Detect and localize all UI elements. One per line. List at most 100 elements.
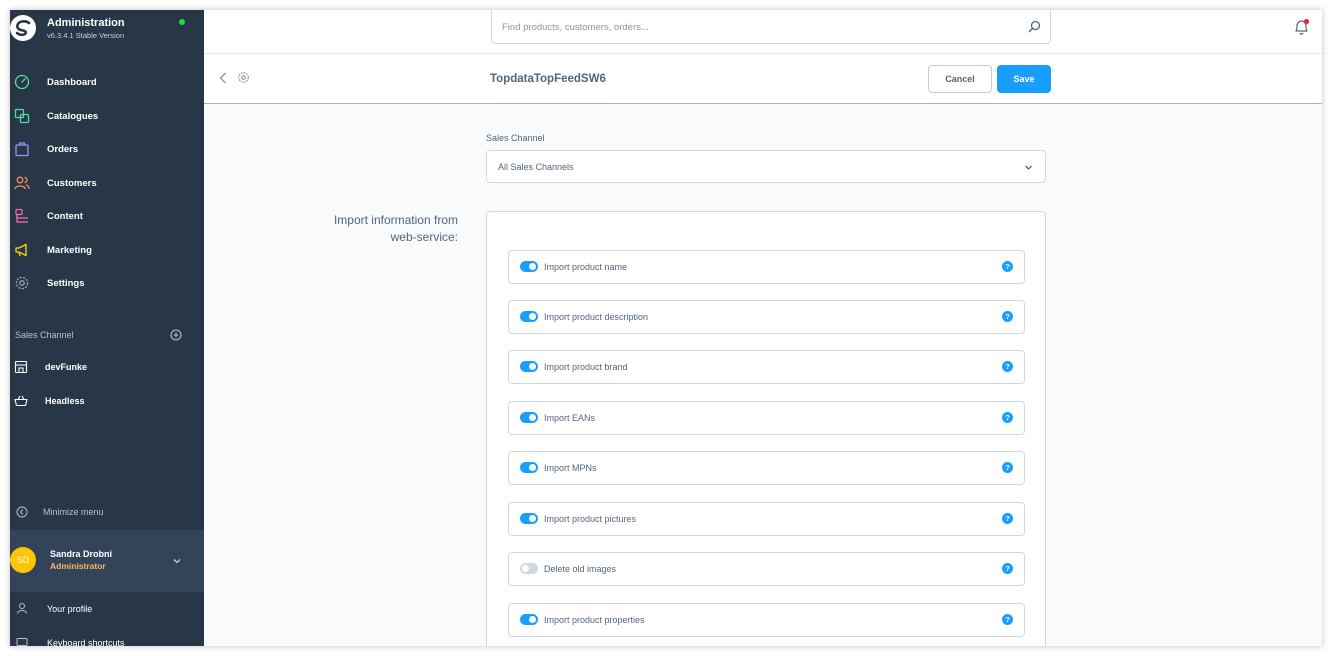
brand-header: Administration v6.3.4.1 Stable Version xyxy=(10,10,204,70)
option-label: Import product properties xyxy=(544,615,645,625)
option-label: Import EANs xyxy=(544,413,596,423)
basket-icon xyxy=(14,395,28,407)
option-label: Import product brand xyxy=(544,362,628,372)
import-product-name-switch[interactable] xyxy=(520,261,538,272)
chevron-left-icon[interactable] xyxy=(218,71,228,85)
import-product-brand-switch[interactable] xyxy=(520,361,538,372)
minimize-menu-label: Minimize menu xyxy=(43,507,104,517)
option-import-product-description: Import product description ? xyxy=(508,300,1025,334)
search-input[interactable] xyxy=(502,18,1002,36)
shopware-logo-icon xyxy=(10,15,36,41)
chevron-down-icon xyxy=(173,559,181,564)
online-status-dot xyxy=(179,19,185,25)
help-icon[interactable]: ? xyxy=(1002,261,1013,272)
catalogue-icon xyxy=(14,108,30,124)
user-icon xyxy=(17,603,27,614)
gauge-icon xyxy=(14,74,30,90)
sidebar: Administration v6.3.4.1 Stable Version D… xyxy=(10,10,204,646)
sidebar-item-marketing[interactable]: Marketing xyxy=(10,235,204,265)
import-product-pictures-switch[interactable] xyxy=(520,513,538,524)
import-product-description-switch[interactable] xyxy=(520,311,538,322)
sales-channel-label: Headless xyxy=(45,396,85,406)
gear-icon[interactable] xyxy=(237,71,250,84)
sales-channel-select-value: All Sales Channels xyxy=(498,162,574,172)
help-icon[interactable]: ? xyxy=(1002,563,1013,574)
brand-title: Administration xyxy=(47,17,125,29)
user-role: Administrator xyxy=(50,561,106,571)
app-window: Administration v6.3.4.1 Stable Version D… xyxy=(10,10,1322,646)
option-label: Delete old images xyxy=(544,564,617,574)
help-icon[interactable]: ? xyxy=(1002,513,1013,524)
top-bar xyxy=(204,10,1322,54)
help-icon[interactable]: ? xyxy=(1002,361,1013,372)
option-import-mpns: Import MPNs ? xyxy=(508,451,1025,485)
page-header: TopdataTopFeedSW6 Cancel Save xyxy=(204,54,1322,104)
sidebar-item-label: Customers xyxy=(47,177,97,189)
avatar: SD xyxy=(10,547,36,573)
sidebar-item-label: Content xyxy=(47,210,83,222)
option-import-eans: Import EANs ? xyxy=(508,401,1025,435)
help-icon[interactable]: ? xyxy=(1002,311,1013,322)
help-icon[interactable]: ? xyxy=(1002,462,1013,473)
sales-channel-label: devFunke xyxy=(45,362,88,372)
sales-channel-heading: Sales Channel xyxy=(15,330,74,340)
import-section-heading: Import information from web-service: xyxy=(310,212,458,246)
option-label: Import product description xyxy=(544,312,649,322)
shopping-bag-icon xyxy=(15,142,29,157)
import-eans-switch[interactable] xyxy=(520,412,538,423)
sales-channel-item-devfunke[interactable]: devFunke xyxy=(10,355,204,381)
sidebar-item-label: Settings xyxy=(47,277,85,289)
sales-channel-select[interactable]: All Sales Channels xyxy=(486,150,1046,183)
import-heading-line: web-service: xyxy=(390,230,458,244)
option-import-product-pictures: Import product pictures ? xyxy=(508,502,1025,536)
sales-channel-field-label: Sales Channel xyxy=(486,133,545,143)
global-search xyxy=(491,10,1051,44)
help-icon[interactable]: ? xyxy=(1002,412,1013,423)
option-label: Import MPNs xyxy=(544,463,597,473)
storefront-icon xyxy=(14,360,28,374)
option-import-product-name: Import product name ? xyxy=(508,250,1025,284)
page-title: TopdataTopFeedSW6 xyxy=(490,73,606,85)
import-mpns-switch[interactable] xyxy=(520,462,538,473)
option-import-product-properties: Import product properties ? xyxy=(508,603,1025,637)
sidebar-item-orders[interactable]: Orders xyxy=(10,134,204,164)
sales-channel-item-headless[interactable]: Headless xyxy=(10,389,204,415)
sidebar-item-label: Orders xyxy=(47,143,79,155)
search-icon[interactable] xyxy=(1028,20,1041,33)
your-profile-link[interactable]: Your profile xyxy=(10,599,204,619)
sidebar-item-dashboard[interactable]: Dashboard xyxy=(10,67,204,97)
users-icon xyxy=(14,176,30,190)
option-delete-old-images: Delete old images ? xyxy=(508,552,1025,586)
sidebar-item-label: Catalogues xyxy=(47,110,99,122)
sidebar-item-customers[interactable]: Customers xyxy=(10,168,204,198)
collapse-icon xyxy=(16,506,28,518)
sidebar-item-catalogues[interactable]: Catalogues xyxy=(10,101,204,131)
user-name: Sandra Drobni xyxy=(50,549,113,559)
sidebar-item-content[interactable]: Content xyxy=(10,201,204,231)
sidebar-item-label: Marketing xyxy=(47,244,92,256)
delete-old-images-switch[interactable] xyxy=(520,563,538,574)
help-icon[interactable]: ? xyxy=(1002,614,1013,625)
add-sales-channel-icon[interactable] xyxy=(170,329,182,341)
bottom-link-label: Keyboard shortcuts xyxy=(47,638,125,646)
import-product-properties-switch[interactable] xyxy=(520,614,538,625)
bottom-link-label: Your profile xyxy=(47,604,93,614)
sidebar-item-label: Dashboard xyxy=(47,76,97,88)
brand-version: v6.3.4.1 Stable Version xyxy=(47,31,125,40)
keyboard-shortcuts-link[interactable]: Keyboard shortcuts xyxy=(10,633,204,646)
megaphone-icon xyxy=(15,243,27,257)
sidebar-item-settings[interactable]: Settings xyxy=(10,268,204,298)
content-icon xyxy=(15,208,28,223)
import-heading-line: Import information from xyxy=(333,213,458,227)
option-label: Import product pictures xyxy=(544,514,637,524)
user-menu[interactable]: SD Sandra Drobni Administrator xyxy=(10,530,204,592)
notification-bell-icon[interactable] xyxy=(1293,18,1310,36)
gear-icon xyxy=(15,276,29,290)
minimize-menu-button[interactable]: Minimize menu xyxy=(10,502,204,522)
cancel-button[interactable]: Cancel xyxy=(928,65,992,93)
keyboard-icon xyxy=(16,638,28,646)
import-options-card: Import product name ? Import product des… xyxy=(486,211,1046,646)
option-import-product-brand: Import product brand ? xyxy=(508,350,1025,384)
option-label: Import product name xyxy=(544,262,628,272)
save-button[interactable]: Save xyxy=(997,65,1051,93)
